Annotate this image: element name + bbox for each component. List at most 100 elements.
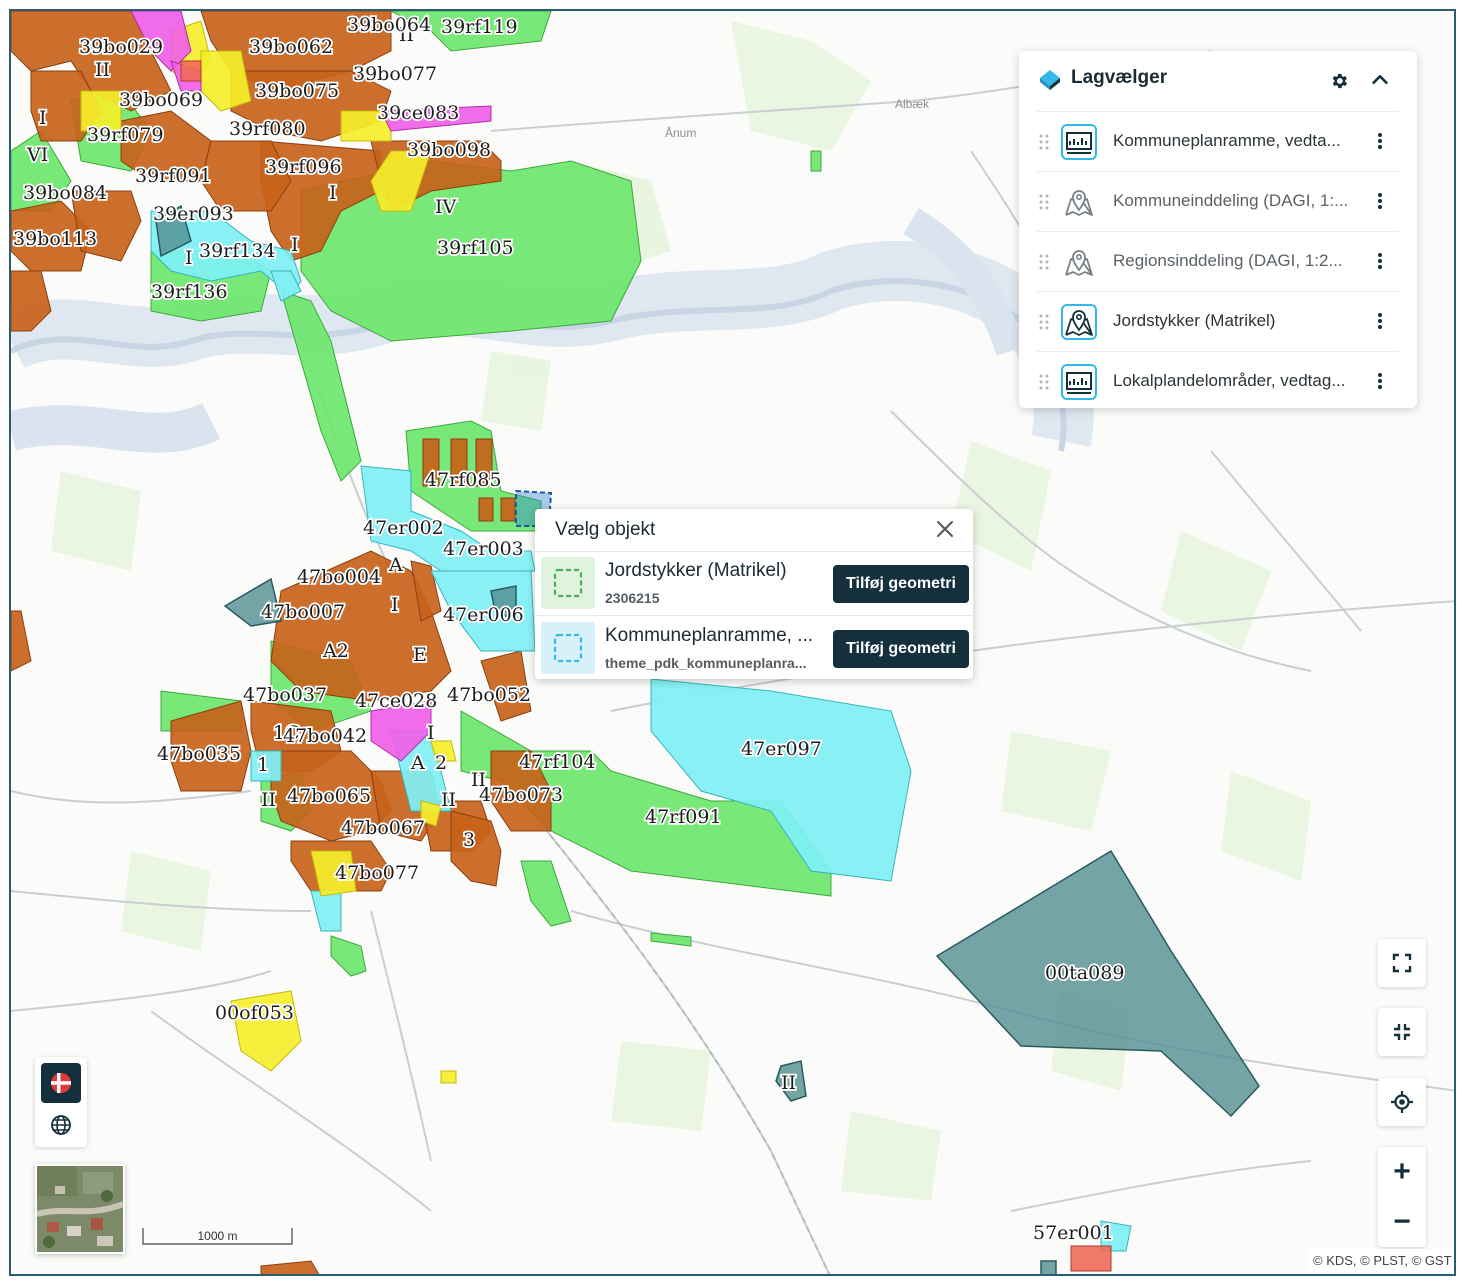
sublabel: I [185, 247, 193, 269]
place-name-anum: Ånum [665, 125, 696, 140]
sublabel: II [95, 59, 110, 81]
zone-label: 47er006 [443, 604, 524, 626]
object-row-kommuneplanramme[interactable]: Kommuneplanramme, ... theme_pdk_kommunep… [535, 616, 973, 680]
zone-label: 39bo069 [119, 89, 203, 111]
zoom-out-button[interactable]: − [1378, 1197, 1426, 1247]
close-icon[interactable] [935, 519, 955, 539]
gear-icon[interactable] [1329, 71, 1349, 91]
zone-label: 47bo077 [335, 862, 419, 884]
layer-row-jordstykker[interactable]: Jordstykker (Matrikel) [1037, 291, 1399, 352]
zone-label: 39bo084 [23, 182, 107, 204]
object-thumbnail [541, 557, 595, 609]
layer-row-kommuneplanramme[interactable]: Kommuneplanramme, vedta... [1037, 111, 1399, 172]
zone-label: 39bo064 [347, 14, 431, 36]
drag-handle-icon[interactable] [1039, 254, 1049, 270]
zone-label: 39bo029 [79, 36, 163, 58]
sublabel: E [413, 644, 427, 666]
zone-label: 47bo073 [479, 784, 563, 806]
danish-language-button[interactable] [41, 1063, 81, 1103]
layer-row-kommuneinddeling[interactable]: Kommuneinddeling (DAGI, 1:... [1037, 171, 1399, 232]
layer-name: Lokalplandelområder, vedtag... [1113, 371, 1346, 390]
aerial-basemap-thumbnail [37, 1166, 123, 1252]
drag-handle-icon[interactable] [1039, 194, 1049, 210]
layer-name: Kommuneinddeling (DAGI, 1:... [1113, 191, 1349, 210]
danish-flag-icon [51, 1073, 71, 1093]
language-switcher [35, 1057, 87, 1147]
layers-logo-icon [1040, 70, 1060, 90]
sublabel: II [781, 1072, 796, 1094]
add-geometry-button[interactable]: Tilføj geometri [833, 565, 969, 603]
basemap-switcher[interactable] [35, 1164, 125, 1254]
sublabel: 1 [257, 754, 269, 776]
object-name: Jordstykker (Matrikel) [605, 560, 787, 581]
object-id: theme_pdk_kommuneplanra... [605, 655, 807, 671]
sublabel: 2 [435, 752, 447, 774]
object-name: Kommuneplanramme, ... [605, 625, 814, 646]
locate-icon [1391, 1091, 1413, 1113]
zone-label: 47rf091 [645, 806, 722, 828]
zone-label: 00ta089 [1045, 962, 1124, 984]
sublabel: IV [435, 196, 457, 218]
fullscreen-button[interactable] [1378, 939, 1426, 987]
select-object-popup: Vælg objekt Jordstykker (Matrikel) 23062… [535, 509, 973, 679]
plan-layer-icon [1061, 364, 1097, 400]
sublabel: VI [26, 144, 48, 166]
zone-label: 39bo098 [407, 139, 491, 161]
zone-label: 39rf134 [199, 240, 276, 262]
zone-label: 39rf096 [265, 156, 342, 178]
language-globe-button[interactable] [41, 1107, 81, 1143]
zoom-in-button[interactable]: + [1378, 1147, 1426, 1197]
object-row-jordstykker[interactable]: Jordstykker (Matrikel) 2306215 Tilføj ge… [535, 551, 973, 616]
popup-title: Vælg objekt [555, 519, 656, 540]
chevron-up-icon[interactable] [1369, 69, 1391, 91]
zone-label: 39er093 [153, 203, 234, 225]
drag-handle-icon[interactable] [1039, 134, 1049, 150]
zone-label: 39rf105 [437, 237, 514, 259]
object-thumbnail [541, 622, 595, 674]
zone-label: 47rf085 [425, 469, 502, 491]
zone-label: 47er003 [443, 538, 524, 560]
sublabel: 3 [463, 829, 475, 851]
zone-label: 47bo067 [341, 817, 425, 839]
map-pin-layer-icon [1065, 250, 1093, 276]
popup-header: Vælg objekt [535, 509, 973, 552]
zone-label: 39rf079 [87, 124, 164, 146]
fullscreen-icon [1392, 953, 1412, 973]
add-geometry-button[interactable]: Tilføj geometri [833, 630, 969, 668]
drag-handle-icon[interactable] [1039, 314, 1049, 330]
zone-label: 39bo113 [13, 228, 97, 250]
map-pin-layer-icon [1065, 190, 1093, 216]
zoom-controls: + − [1378, 1147, 1426, 1247]
layer-row-lokalplandelomrader[interactable]: Lokalplandelområder, vedtag... [1037, 351, 1399, 412]
zone-label: 47er002 [363, 517, 444, 539]
layer-name: Jordstykker (Matrikel) [1113, 311, 1276, 330]
drag-handle-icon[interactable] [1039, 374, 1049, 390]
more-options-icon[interactable] [1377, 132, 1383, 150]
more-options-icon[interactable] [1377, 252, 1383, 270]
layer-row-regionsinddeling[interactable]: Regionsinddeling (DAGI, 1:2... [1037, 231, 1399, 292]
zone-label: 47bo042 [283, 725, 367, 747]
sublabel: A2 [322, 640, 349, 662]
more-options-icon[interactable] [1377, 372, 1383, 390]
scale-label: 1000 m [197, 1229, 238, 1243]
sublabel: II [261, 789, 276, 811]
sublabel: I [329, 182, 337, 204]
zone-label: 39bo075 [255, 80, 339, 102]
zone-label: 47rf104 [519, 751, 596, 773]
plan-layer-icon [1061, 124, 1097, 160]
zone-label: 39rf091 [135, 165, 212, 187]
more-options-icon[interactable] [1377, 312, 1383, 330]
map-pin-layer-icon [1061, 304, 1097, 340]
zone-label: 57er001 [1033, 1222, 1114, 1244]
exit-fullscreen-icon [1394, 1024, 1410, 1040]
zone-label: 47bo035 [157, 743, 241, 765]
zone-label: 47bo007 [261, 601, 345, 623]
sublabel: I [391, 594, 399, 616]
parcel-outline-icon [553, 568, 583, 598]
exit-fullscreen-button[interactable] [1378, 1008, 1426, 1056]
map-frame[interactable]: Albæk Ånum II I VI I IV I II I A A2 E I … [9, 9, 1456, 1276]
layer-name: Kommuneplanramme, vedta... [1113, 131, 1341, 150]
sublabel: A [410, 752, 425, 774]
more-options-icon[interactable] [1377, 192, 1383, 210]
locate-button[interactable] [1378, 1078, 1426, 1126]
